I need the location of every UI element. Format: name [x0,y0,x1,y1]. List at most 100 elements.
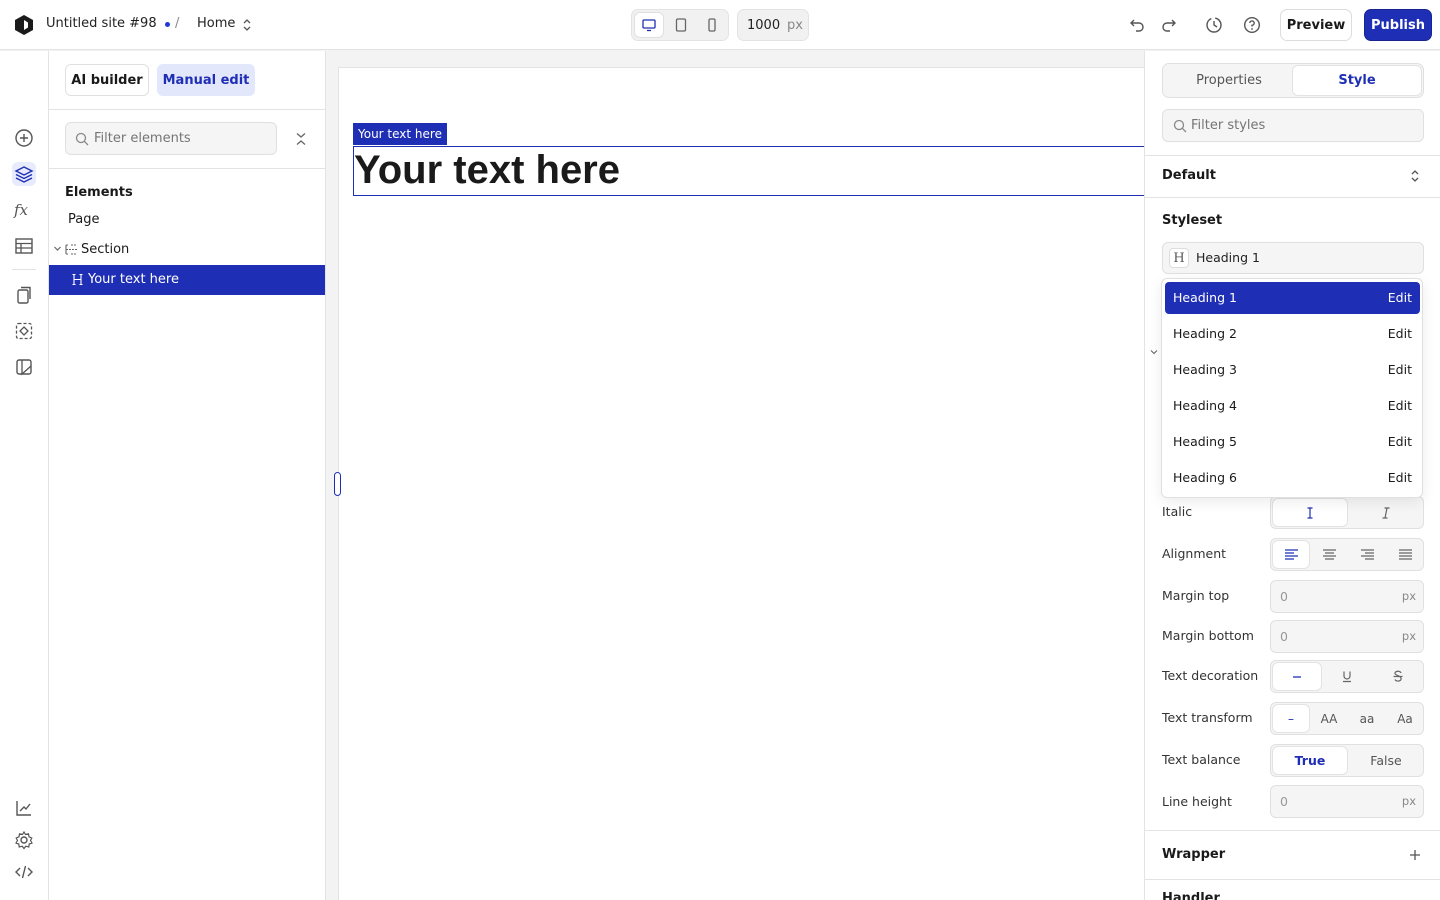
chevron-down-icon[interactable] [1150,348,1158,356]
tab-style[interactable]: Style [1293,66,1421,95]
chevron-up-down-icon[interactable] [242,18,252,32]
history-button[interactable] [1204,15,1224,35]
italic-off-button[interactable] [1273,499,1347,526]
page-selector[interactable]: Home [197,16,235,31]
decoration-underline-button[interactable] [1323,663,1371,690]
publish-button[interactable]: Publish [1364,9,1432,41]
mobile-view-button[interactable] [698,13,726,37]
data-table-button[interactable] [12,234,36,258]
text-balance-true-button[interactable]: True [1273,747,1347,774]
decoration-none-button[interactable] [1273,663,1321,690]
option-name: Heading 5 [1173,434,1237,449]
wrapper-section-title[interactable]: Wrapper [1162,847,1225,862]
filter-elements-input[interactable] [65,122,277,155]
mobile-icon [708,18,716,32]
align-justify-button[interactable] [1387,541,1423,568]
align-center-button[interactable] [1311,541,1347,568]
unsaved-dot [165,22,170,27]
chevron-up-down-icon[interactable] [1409,169,1421,183]
tree-item-label: Section [81,242,130,257]
text-cursor-icon [1307,506,1313,519]
option-name: Heading 2 [1173,326,1237,341]
divider [1145,879,1440,880]
selection-label[interactable]: Your text here [353,123,447,145]
tab-properties[interactable]: Properties [1165,66,1293,95]
app-logo-icon[interactable] [12,13,36,37]
site-name[interactable]: Untitled site #98 [46,16,157,31]
option-name: Heading 3 [1173,362,1237,377]
chevron-down-icon[interactable] [53,244,62,253]
settings-button[interactable] [12,828,36,852]
text-balance-label: Text balance [1162,752,1241,767]
add-element-button[interactable] [12,126,36,150]
alignment-label: Alignment [1162,546,1227,561]
ai-builder-button[interactable]: AI builder [65,64,149,96]
preview-button[interactable]: Preview [1280,9,1352,41]
analytics-button[interactable] [12,796,36,820]
transform-capitalize-button[interactable]: Aa [1387,705,1423,732]
styleset-option-heading-1[interactable]: Heading 1 Edit [1165,282,1420,314]
line-height-input[interactable]: 0 px [1270,785,1424,818]
transform-lowercase-button[interactable]: aa [1349,705,1385,732]
margin-top-label: Margin top [1162,588,1230,603]
layers-button[interactable] [12,162,36,186]
plus-icon[interactable] [1409,849,1421,861]
italic-on-button[interactable] [1349,499,1423,526]
tree-item-page[interactable]: Page [68,212,99,227]
breadcrumb-separator: / [175,16,180,31]
canvas-heading[interactable]: Your text here [354,148,620,193]
components-button[interactable] [12,319,36,343]
assets-button[interactable] [12,355,36,379]
manual-edit-button[interactable]: Manual edit [157,64,255,96]
transform-none-button[interactable]: – [1273,705,1309,732]
align-left-icon [1284,549,1298,560]
assets-icon [16,359,32,376]
styleset-option-heading-4[interactable]: Heading 4 Edit [1165,390,1420,422]
heading-icon: H [1169,248,1189,268]
styleset-option-heading-6[interactable]: Heading 6 Edit [1165,462,1420,494]
collapse-all-icon[interactable] [294,132,308,146]
filter-styles-input[interactable] [1162,109,1424,142]
align-justify-icon [1398,549,1412,560]
edit-link[interactable]: Edit [1388,326,1412,341]
edit-link[interactable]: Edit [1388,398,1412,413]
pages-button[interactable] [12,283,36,307]
option-name: Heading 1 [1173,290,1237,305]
option-name: Heading 6 [1173,470,1237,485]
tree-item-section[interactable]: Section [49,235,325,264]
text-transform-control: – AA aa Aa [1270,702,1424,735]
desktop-view-button[interactable] [635,13,663,37]
default-state-select[interactable]: Default [1162,168,1216,183]
tree-item-heading[interactable]: Your text here [49,265,325,295]
help-icon [1243,16,1261,34]
functions-button[interactable]: fx [12,198,36,222]
layers-icon [14,166,34,183]
styleset-option-heading-2[interactable]: Heading 2 Edit [1165,318,1420,350]
margin-bottom-input[interactable]: 0 px [1270,620,1424,653]
margin-top-input[interactable]: 0 px [1270,580,1424,613]
canvas-width-input[interactable]: 1000 px [737,9,809,41]
decoration-strike-button[interactable] [1373,663,1423,690]
styleset-title: Styleset [1162,213,1223,228]
help-button[interactable] [1242,15,1262,35]
edit-link[interactable]: Edit [1388,362,1412,377]
undo-button[interactable] [1127,15,1147,35]
mode-switcher: AI builder Manual edit [49,51,325,110]
edit-link[interactable]: Edit [1388,470,1412,485]
edit-link[interactable]: Edit [1388,290,1412,305]
line-height-label: Line height [1162,794,1232,809]
code-button[interactable] [12,860,36,884]
redo-button[interactable] [1159,15,1179,35]
next-section-title[interactable]: Handler [1162,891,1220,900]
align-right-button[interactable] [1349,541,1385,568]
styleset-select[interactable]: H Heading 1 [1162,242,1424,274]
styleset-option-heading-5[interactable]: Heading 5 Edit [1165,426,1420,458]
align-left-button[interactable] [1273,541,1309,568]
styleset-option-heading-3[interactable]: Heading 3 Edit [1165,354,1420,386]
tablet-view-button[interactable] [667,13,695,37]
rail-divider [12,269,36,270]
edit-link[interactable]: Edit [1388,434,1412,449]
canvas-resize-handle[interactable] [334,472,341,496]
transform-uppercase-button[interactable]: AA [1311,705,1347,732]
text-balance-false-button[interactable]: False [1349,747,1423,774]
